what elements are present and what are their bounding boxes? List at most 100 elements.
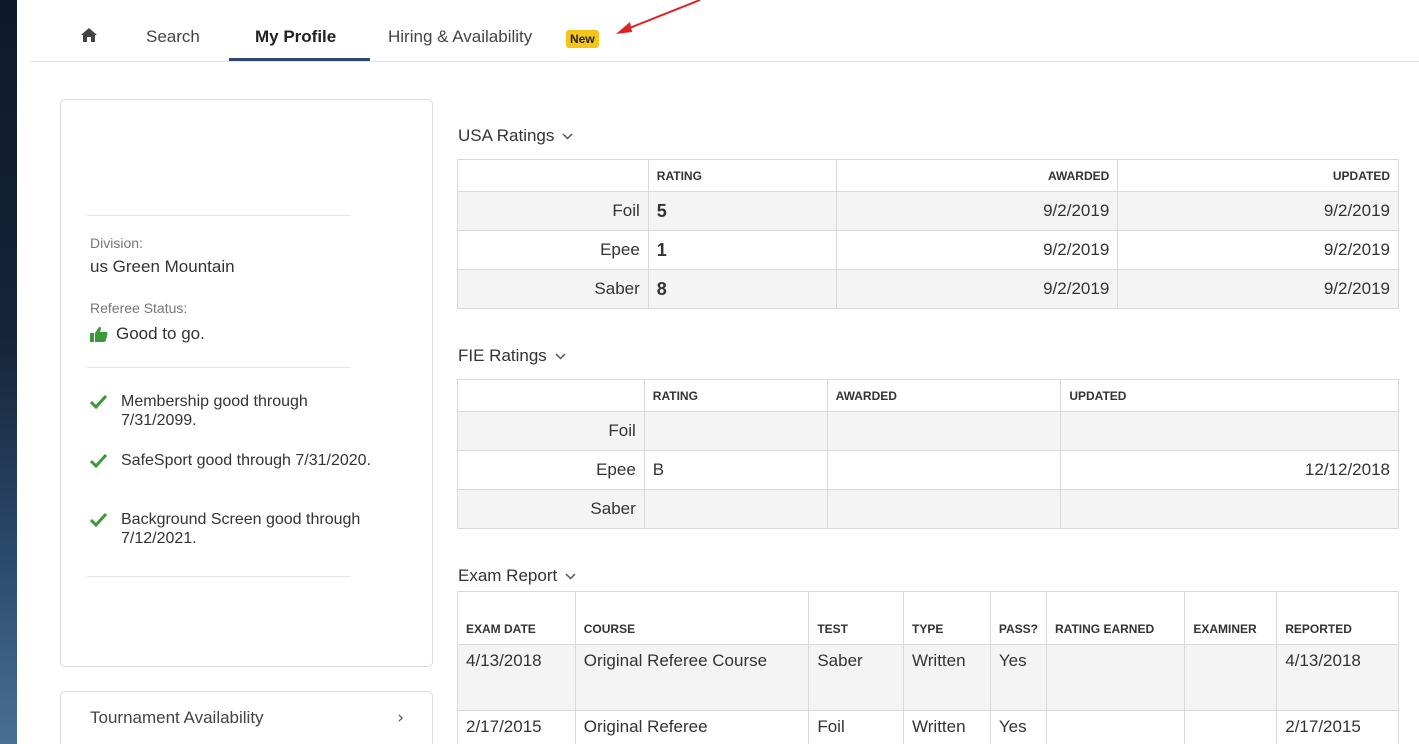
referee-status: Good to go. xyxy=(90,324,205,344)
table-row: Foil 5 9/2/2019 9/2/2019 xyxy=(457,191,1399,231)
table-header-row: RATING AWARDED UPDATED xyxy=(457,379,1399,412)
chevron-down-icon xyxy=(555,352,566,360)
tournament-availability-link[interactable]: Tournament Availability › xyxy=(60,691,433,744)
table-row: Epee B 12/12/2018 xyxy=(457,450,1399,490)
pass-header: PASS? xyxy=(989,591,1048,645)
rating-cell: 8 xyxy=(647,269,837,309)
awarded-header: AWARDED xyxy=(835,159,1119,192)
top-nav: Search My Profile Hiring & Availability … xyxy=(30,0,1419,62)
course-header: COURSE xyxy=(574,591,810,645)
type-cell: Written xyxy=(903,644,991,711)
divider xyxy=(87,576,351,577)
table-row: Saber xyxy=(457,489,1399,529)
exam-date-cell: 2/17/2015 xyxy=(457,710,576,744)
updated-cell xyxy=(1060,411,1399,451)
updated-cell xyxy=(1060,489,1399,529)
test-cell: Foil xyxy=(808,710,905,744)
usa-ratings-toggle[interactable]: USA Ratings xyxy=(458,126,573,146)
tab-search[interactable]: Search xyxy=(146,27,200,47)
weapon-cell: Foil xyxy=(457,191,649,231)
table-row: Epee 1 9/2/2019 9/2/2019 xyxy=(457,230,1399,270)
course-cell: Original Referee xyxy=(574,710,810,744)
division-label: Division: xyxy=(90,235,143,251)
active-tab-underline xyxy=(229,58,370,61)
awarded-cell xyxy=(826,450,1062,490)
tab-hiring-availability[interactable]: Hiring & Availability xyxy=(388,27,532,47)
examiner-cell xyxy=(1184,710,1278,744)
awarded-cell xyxy=(826,489,1062,529)
table-header-row: RATING AWARDED UPDATED xyxy=(457,159,1399,192)
check-icon xyxy=(90,513,107,527)
rating-header: RATING xyxy=(647,159,837,192)
exam-date-cell: 4/13/2018 xyxy=(457,644,576,711)
fie-ratings-title: FIE Ratings xyxy=(458,346,547,365)
weapon-cell: Saber xyxy=(457,269,649,309)
usa-ratings-table: RATING AWARDED UPDATED Foil 5 9/2/2019 9… xyxy=(457,159,1399,309)
check-item-safesport: SafeSport good through 7/31/2020. xyxy=(90,451,380,470)
updated-cell: 9/2/2019 xyxy=(1117,230,1399,270)
examiner-header: EXAMINER xyxy=(1184,591,1278,645)
updated-cell: 9/2/2019 xyxy=(1117,191,1399,231)
examiner-cell xyxy=(1184,644,1278,711)
divider xyxy=(87,215,351,216)
weapon-header xyxy=(457,159,649,192)
membership-text: Membership good through 7/31/2099. xyxy=(121,393,308,429)
awarded-cell xyxy=(826,411,1062,451)
usa-ratings-title: USA Ratings xyxy=(458,126,555,145)
safesport-text: SafeSport good through 7/31/2020. xyxy=(121,452,371,469)
chevron-down-icon xyxy=(562,132,573,140)
check-item-membership: Membership good through 7/31/2099. xyxy=(90,392,380,430)
rating-cell: 1 xyxy=(647,230,837,270)
exam-report-table: EXAM DATE COURSE TEST TYPE PASS? RATING … xyxy=(457,591,1399,744)
table-row: Foil xyxy=(457,411,1399,451)
rating-cell xyxy=(643,489,828,529)
type-header: TYPE xyxy=(903,591,991,645)
course-cell: Original Referee Course xyxy=(574,644,810,711)
updated-cell: 9/2/2019 xyxy=(1117,269,1399,309)
test-cell: Saber xyxy=(808,644,905,711)
window-left-edge xyxy=(0,0,17,744)
table-row: 4/13/2018 Original Referee Course Saber … xyxy=(457,644,1399,711)
reported-cell: 4/13/2018 xyxy=(1276,644,1399,711)
division-value: us Green Mountain xyxy=(90,257,235,276)
awarded-header: AWARDED xyxy=(826,379,1062,412)
exam-report-toggle[interactable]: Exam Report xyxy=(458,566,576,586)
referee-status-value: Good to go. xyxy=(116,324,205,343)
rating-cell: 5 xyxy=(647,191,837,231)
reported-header: REPORTED xyxy=(1276,591,1399,645)
table-row: Saber 8 9/2/2019 9/2/2019 xyxy=(457,269,1399,309)
tournament-availability-label: Tournament Availability xyxy=(90,708,264,727)
home-icon[interactable] xyxy=(80,26,98,44)
chevron-down-icon xyxy=(565,572,576,580)
thumbs-up-icon xyxy=(90,326,108,342)
weapon-cell: Saber xyxy=(457,489,645,529)
weapon-cell: Foil xyxy=(457,411,645,451)
rating-cell xyxy=(643,411,828,451)
rating-cell: B xyxy=(643,450,828,490)
type-cell: Written xyxy=(903,710,991,744)
divider xyxy=(87,367,351,368)
exam-report-title: Exam Report xyxy=(458,566,558,585)
pass-cell: Yes xyxy=(989,710,1048,744)
rating-earned-cell xyxy=(1045,710,1186,744)
background-screen-text: Background Screen good through 7/12/2021… xyxy=(121,511,361,547)
table-row: 2/17/2015 Original Referee Foil Written … xyxy=(457,710,1399,744)
tab-my-profile[interactable]: My Profile xyxy=(255,27,336,47)
updated-cell: 12/12/2018 xyxy=(1060,450,1399,490)
awarded-cell: 9/2/2019 xyxy=(835,191,1119,231)
updated-header: UPDATED xyxy=(1060,379,1399,412)
weapon-cell: Epee xyxy=(457,230,649,270)
chevron-right-icon: › xyxy=(397,708,404,728)
fie-ratings-toggle[interactable]: FIE Ratings xyxy=(458,346,566,366)
profile-card: Division: us Green Mountain Referee Stat… xyxy=(60,99,433,667)
check-icon xyxy=(90,454,107,468)
weapon-header xyxy=(457,379,645,412)
table-header-row: EXAM DATE COURSE TEST TYPE PASS? RATING … xyxy=(457,591,1399,645)
rating-header: RATING xyxy=(643,379,828,412)
referee-status-label: Referee Status: xyxy=(90,300,188,316)
updated-header: UPDATED xyxy=(1117,159,1399,192)
rating-earned-header: RATING EARNED xyxy=(1045,591,1186,645)
fie-ratings-table: RATING AWARDED UPDATED Foil Epee B 12/12… xyxy=(457,379,1399,529)
pass-cell: Yes xyxy=(989,644,1048,711)
reported-cell: 2/17/2015 xyxy=(1276,710,1399,744)
